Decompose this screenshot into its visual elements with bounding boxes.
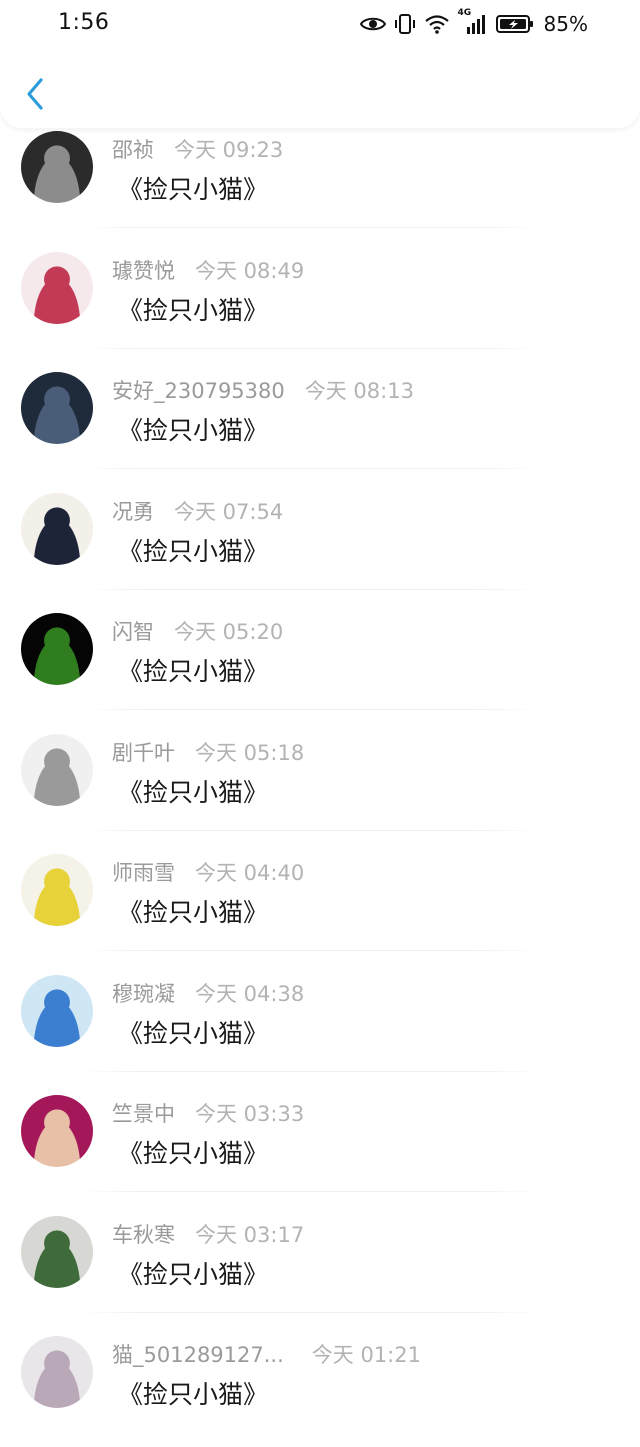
row-divider [80,347,540,349]
comment-row[interactable]: 车秋寒 今天 03:17 《捡只小猫》 [0,1207,640,1327]
row-divider [80,829,540,831]
chevron-left-icon [27,78,43,110]
username[interactable]: 车秋寒 [112,1223,175,1247]
row-divider [80,1070,540,1072]
user-avatar[interactable] [21,372,93,444]
comment-text: 《捡只小猫》 [118,295,269,325]
comment-text: 《捡只小猫》 [118,416,269,445]
comment-header: 剧千叶 今天 05:18 [112,737,304,767]
comment-header: 猫_501289127... 今天 01:21 [112,1339,421,1369]
comment-header: 闪智 今天 05:20 [112,616,283,646]
username[interactable]: 璩赞悦 [112,259,175,283]
row-divider [80,588,540,590]
wifi-icon [424,13,450,35]
username[interactable]: 剧千叶 [112,741,175,765]
comment-time: 今天 04:38 [195,981,305,1006]
status-bar: 1:56 4G 85% [0,0,640,48]
comment-header: 竺景中 今天 03:33 [112,1098,304,1128]
row-divider [80,468,540,469]
status-icons: 4G 85% [359,8,588,37]
comment-row[interactable]: 竺景中 今天 03:33 《捡只小猫》 [0,1086,640,1206]
username[interactable]: 闪智 [112,620,154,644]
comment-time: 今天 01:21 [311,1343,421,1367]
comment-row[interactable]: 猫_501289127... 今天 01:21 《捡只小猫》 [0,1327,640,1447]
cellular-signal-icon: 4G [458,8,488,36]
comment-time: 今天 03:17 [195,1222,305,1247]
comment-header: 况勇 今天 07:54 [112,496,283,526]
user-avatar[interactable] [21,251,93,324]
user-avatar[interactable] [21,733,93,806]
status-time: 1:56 [58,10,110,35]
user-avatar[interactable] [21,131,93,203]
comment-text: 《捡只小猫》 [118,657,269,686]
username[interactable]: 邵祯 [112,138,154,162]
comment-header: 车秋寒 今天 03:17 [112,1219,304,1249]
comment-time: 今天 07:54 [174,499,284,524]
comment-time: 今天 08:49 [195,258,305,283]
comment-text: 《捡只小猫》 [118,175,269,204]
comment-time: 今天 03:33 [195,1102,305,1126]
comment-row[interactable]: 安好_230795380 今天 08:13 《捡只小猫》 [0,363,640,483]
row-divider [80,1191,540,1192]
row-divider [80,709,540,710]
back-button[interactable] [18,72,52,116]
comment-text: 《捡只小猫》 [118,898,269,927]
comment-time: 今天 04:40 [195,861,305,885]
comment-row[interactable]: 邵祯 今天 09:23 《捡只小猫》 [0,122,640,242]
comment-row[interactable]: 剧千叶 今天 05:18 《捡只小猫》 [0,725,640,845]
username[interactable]: 安好_230795380 [112,379,285,403]
user-avatar[interactable] [21,1336,93,1408]
user-avatar[interactable] [21,974,93,1047]
comment-row[interactable]: 穆琬凝 今天 04:38 《捡只小猫》 [0,966,640,1086]
user-avatar[interactable] [21,1095,93,1167]
username[interactable]: 穆琬凝 [112,982,175,1006]
comment-header: 安好_230795380 今天 08:13 [112,375,414,405]
comment-header: 穆琬凝 今天 04:38 [112,978,304,1008]
battery-percent: 85% [543,12,588,36]
comment-time: 今天 08:13 [304,379,414,403]
username[interactable]: 猫_501289127... [112,1343,284,1367]
username[interactable]: 况勇 [112,500,154,524]
user-avatar[interactable] [21,1215,93,1288]
username[interactable]: 师雨雪 [112,861,175,885]
comment-text: 《捡只小猫》 [118,536,269,566]
comment-time: 今天 05:20 [174,620,284,644]
comment-text: 《捡只小猫》 [118,777,269,807]
comment-header: 师雨雪 今天 04:40 [112,857,304,887]
battery-charging-icon [495,14,534,34]
username[interactable]: 竺景中 [112,1102,175,1126]
comment-row[interactable]: 师雨雪 今天 04:40 《捡只小猫》 [0,845,640,965]
comment-header: 璩赞悦 今天 08:49 [112,255,304,285]
eye-icon [359,15,386,33]
vibrate-icon [394,13,416,35]
row-divider [80,1311,540,1313]
comment-text: 《捡只小猫》 [118,1259,269,1289]
comment-header: 邵祯 今天 09:23 [112,134,283,164]
comment-time: 今天 05:18 [195,740,305,765]
comment-row[interactable]: 闪智 今天 05:20 《捡只小猫》 [0,604,640,724]
row-divider [80,950,540,951]
user-avatar[interactable] [21,854,93,926]
comment-text: 《捡只小猫》 [118,1380,269,1409]
top-panel: 1:56 4G 85% [0,0,640,128]
user-avatar[interactable] [21,492,93,565]
comment-time: 今天 09:23 [174,138,284,162]
row-divider [80,227,540,228]
comment-text: 《捡只小猫》 [118,1018,269,1048]
comment-row[interactable]: 璩赞悦 今天 08:49 《捡只小猫》 [0,243,640,363]
user-avatar[interactable] [21,613,93,685]
comment-text: 《捡只小猫》 [118,1139,269,1168]
comment-row[interactable]: 况勇 今天 07:54 《捡只小猫》 [0,484,640,604]
